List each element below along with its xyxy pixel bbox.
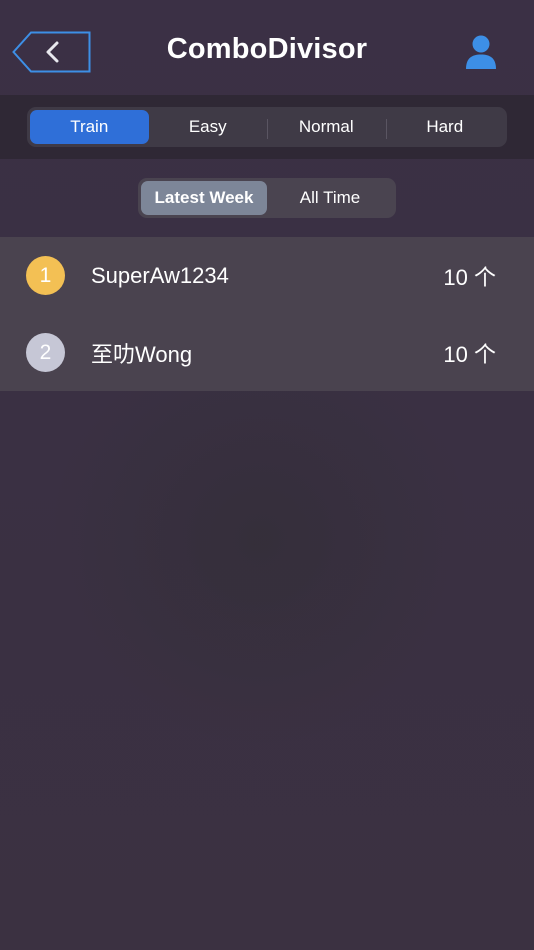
rank-badge-gold: 1	[26, 256, 65, 295]
tab-easy[interactable]: Easy	[149, 110, 268, 144]
leaderboard-row[interactable]: 1 SuperAw1234 10 个	[0, 237, 534, 314]
leaderboard-row[interactable]: 2 至叻Wong 10 个	[0, 314, 534, 391]
tab-hard[interactable]: Hard	[385, 110, 505, 144]
period-band: Latest Week All Time	[0, 159, 534, 237]
tab-normal[interactable]: Normal	[267, 110, 386, 144]
nav-bar: ComboDivisor	[0, 0, 534, 95]
tab-latest-week[interactable]: Latest Week	[141, 181, 267, 215]
difficulty-segmented-control: Train Easy Normal Hard	[27, 107, 507, 147]
user-icon	[466, 35, 496, 69]
leaderboard-list: 1 SuperAw1234 10 个 2 至叻Wong 10 个	[0, 237, 534, 391]
period-segmented-control: Latest Week All Time	[138, 178, 396, 218]
tab-all-time[interactable]: All Time	[267, 181, 393, 215]
player-name: SuperAw1234	[91, 262, 229, 288]
player-score: 10 个	[443, 264, 496, 290]
page-title: ComboDivisor	[166, 33, 368, 65]
difficulty-band: Train Easy Normal Hard	[0, 95, 534, 159]
player-name: 至叻Wong	[91, 341, 193, 367]
player-score: 10 个	[443, 341, 496, 367]
rank-badge-silver: 2	[26, 333, 65, 372]
tab-train[interactable]: Train	[30, 110, 149, 144]
user-profile-button[interactable]	[462, 34, 500, 70]
